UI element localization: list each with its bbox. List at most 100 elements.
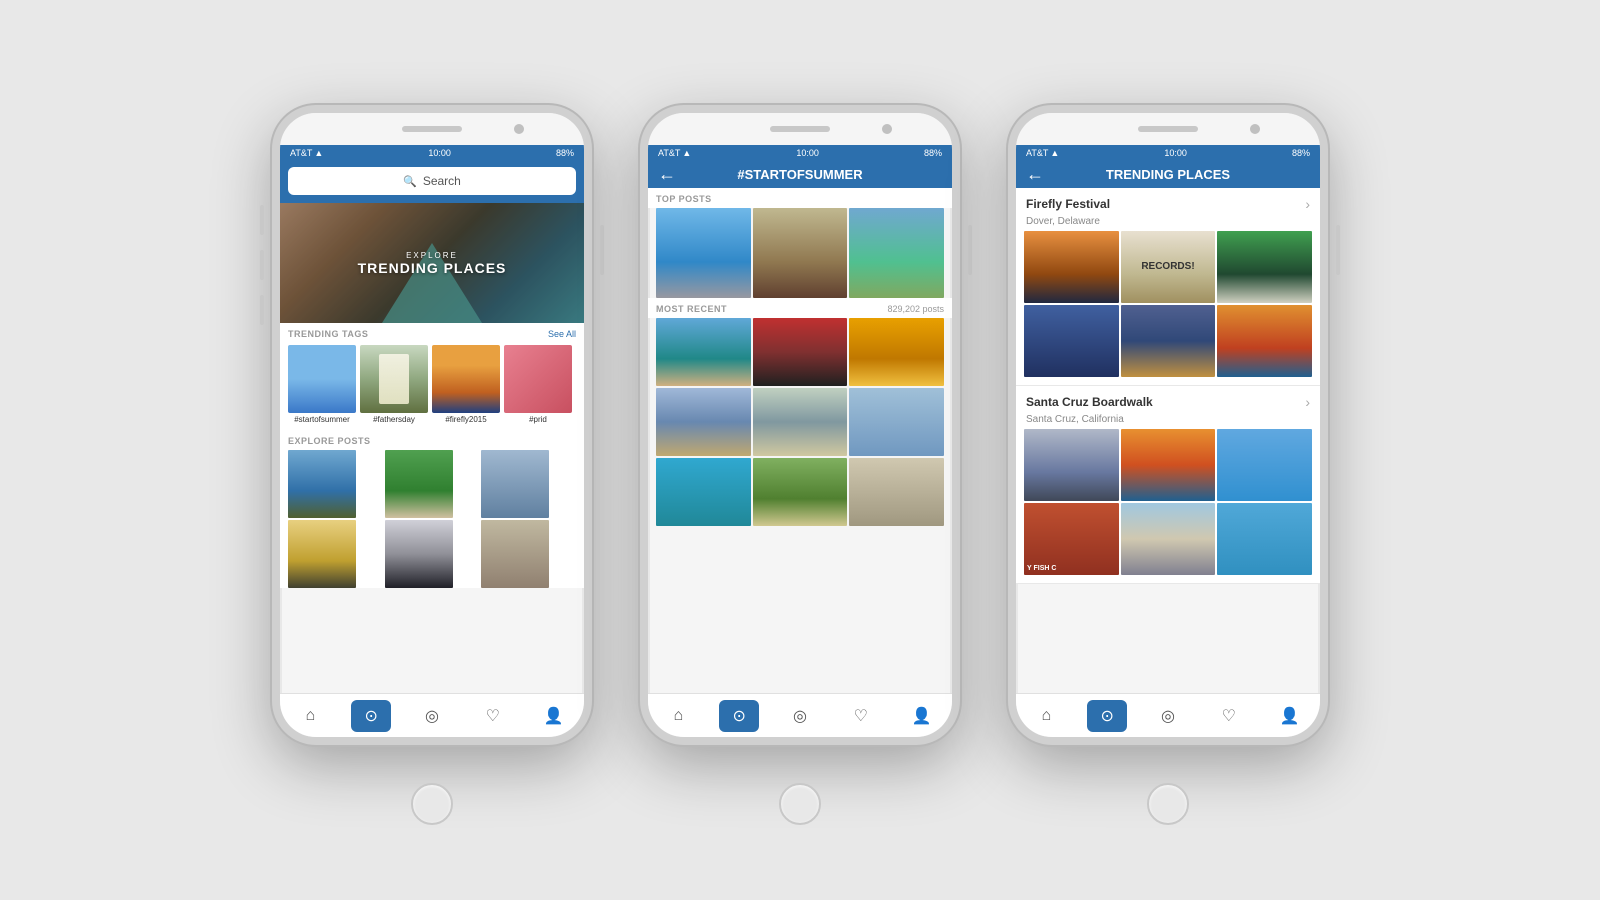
- camera-3: [1250, 124, 1260, 134]
- recent-5[interactable]: [849, 388, 944, 456]
- tags-row: #startofsummer #fathersday #firefly2015: [280, 343, 584, 430]
- nav-search-1[interactable]: ⊙: [351, 700, 391, 732]
- post-4[interactable]: [385, 520, 453, 588]
- nav-heart-3[interactable]: ♡: [1209, 700, 1249, 732]
- nav-camera-3[interactable]: ◎: [1148, 700, 1188, 732]
- back-button-3[interactable]: ←: [1026, 164, 1044, 185]
- place-location-1: Santa Cruz, California: [1016, 414, 1320, 429]
- top-post-0[interactable]: [656, 208, 751, 298]
- top-post-2[interactable]: [849, 208, 944, 298]
- firefly-photo-4[interactable]: [1121, 305, 1216, 377]
- bottom-nav-3: ⌂ ⊙ ◎ ♡ 👤: [1016, 693, 1320, 737]
- time-2: 10:00: [796, 148, 819, 158]
- phone-3: AT&T ▲ 10:00 88% ← TRENDING PLACES Firef…: [1008, 105, 1328, 745]
- post-3[interactable]: [288, 520, 356, 588]
- phone-3-notch: [1016, 113, 1320, 145]
- bottom-nav-2: ⌂ ⊙ ◎ ♡ 👤: [648, 693, 952, 737]
- nav-home-1[interactable]: ⌂: [290, 700, 330, 732]
- home-icon-3: ⌂: [1042, 707, 1052, 725]
- heart-icon-3: ♡: [1222, 706, 1236, 726]
- phone-2-wrapper: AT&T ▲ 10:00 88% ← #STARTOFSUMMER TOP PO…: [640, 105, 960, 795]
- nav-search-2[interactable]: ⊙: [719, 700, 759, 732]
- nav-person-3[interactable]: 👤: [1270, 700, 1310, 732]
- post-2[interactable]: [481, 450, 549, 518]
- place-santacruz[interactable]: Santa Cruz Boardwalk › Santa Cruz, Calif…: [1016, 386, 1320, 584]
- recent-4[interactable]: [753, 388, 848, 456]
- vol-down-1: [260, 250, 264, 280]
- tag-name-3: #prid: [529, 415, 547, 424]
- nav-home-3[interactable]: ⌂: [1026, 700, 1066, 732]
- nav-camera-2[interactable]: ◎: [780, 700, 820, 732]
- recent-6[interactable]: [656, 458, 751, 526]
- home-button-3[interactable]: [1147, 783, 1189, 825]
- phone-1-content: EXPLORE TRENDING PLACES TRENDING TAGS Se…: [280, 203, 584, 693]
- recent-2[interactable]: [849, 318, 944, 386]
- nav-heart-1[interactable]: ♡: [473, 700, 513, 732]
- tag-item-0[interactable]: #startofsummer: [288, 345, 356, 424]
- search-icon-nav-2: ⊙: [732, 706, 745, 726]
- nav-person-1[interactable]: 👤: [534, 700, 574, 732]
- tag-item-3[interactable]: #prid: [504, 345, 572, 424]
- firefly-photo-0[interactable]: [1024, 231, 1119, 303]
- silent-2: [628, 295, 632, 325]
- wifi-icon-3: ▲: [1050, 148, 1059, 158]
- vol-down-2: [628, 250, 632, 280]
- nav-person-2[interactable]: 👤: [902, 700, 942, 732]
- post-1[interactable]: [385, 450, 453, 518]
- most-recent-header: MOST RECENT 829,202 posts: [648, 298, 952, 318]
- camera-icon-1: ◎: [425, 706, 439, 726]
- boardwalk-photo-5[interactable]: [1217, 503, 1312, 575]
- nav-title-2: #STARTOFSUMMER: [737, 167, 862, 182]
- heart-icon-1: ♡: [486, 706, 500, 726]
- search-bar-1[interactable]: 🔍 Search: [280, 161, 584, 203]
- place-location-0: Dover, Delaware: [1016, 216, 1320, 231]
- firefly-photo-5[interactable]: [1217, 305, 1312, 377]
- camera-2: [882, 124, 892, 134]
- nav-search-3[interactable]: ⊙: [1087, 700, 1127, 732]
- recent-8[interactable]: [849, 458, 944, 526]
- battery-1: 88%: [556, 148, 574, 158]
- home-button-2[interactable]: [779, 783, 821, 825]
- tag-thumb-1: [360, 345, 428, 413]
- firefly-photo-1[interactable]: RECORDS!: [1121, 231, 1216, 303]
- nav-camera-1[interactable]: ◎: [412, 700, 452, 732]
- recent-0[interactable]: [656, 318, 751, 386]
- boardwalk-photo-1[interactable]: [1121, 429, 1216, 501]
- tag-name-1: #fathersday: [373, 415, 415, 424]
- boardwalk-photo-2[interactable]: [1217, 429, 1312, 501]
- trending-tags-label: TRENDING TAGS: [288, 329, 368, 339]
- explore-hero: EXPLORE TRENDING PLACES: [280, 203, 584, 323]
- person-icon-2: 👤: [912, 706, 932, 726]
- post-5[interactable]: [481, 520, 549, 588]
- top-posts-label: TOP POSTS: [656, 194, 712, 204]
- wifi-icon-1: ▲: [314, 148, 323, 158]
- place-firefly[interactable]: Firefly Festival › Dover, Delaware RECOR…: [1016, 188, 1320, 386]
- firefly-photos-grid: RECORDS!: [1016, 231, 1320, 385]
- top-post-1[interactable]: [753, 208, 848, 298]
- place-name-1: Santa Cruz Boardwalk: [1026, 395, 1153, 409]
- tag-item-1[interactable]: #fathersday: [360, 345, 428, 424]
- nav-home-2[interactable]: ⌂: [658, 700, 698, 732]
- recent-3[interactable]: [656, 388, 751, 456]
- power-button-1: [600, 225, 604, 275]
- recent-1[interactable]: [753, 318, 848, 386]
- boardwalk-photo-0[interactable]: [1024, 429, 1119, 501]
- time-1: 10:00: [428, 148, 451, 158]
- camera-icon-2: ◎: [793, 706, 807, 726]
- speaker: [402, 126, 462, 132]
- nav-bar-3: ← TRENDING PLACES: [1016, 161, 1320, 188]
- boardwalk-photo-4[interactable]: [1121, 503, 1216, 575]
- back-button-2[interactable]: ←: [658, 164, 676, 185]
- firefly-photo-3[interactable]: [1024, 305, 1119, 377]
- home-button-1[interactable]: [411, 783, 453, 825]
- chevron-icon-0: ›: [1305, 196, 1310, 212]
- recent-7[interactable]: [753, 458, 848, 526]
- boardwalk-photo-3[interactable]: Y FISH C: [1024, 503, 1119, 575]
- phone-1-wrapper: AT&T ▲ 10:00 88% 🔍 Search: [272, 105, 592, 795]
- post-0[interactable]: [288, 450, 356, 518]
- nav-heart-2[interactable]: ♡: [841, 700, 881, 732]
- person-icon-1: 👤: [544, 706, 564, 726]
- see-all-link[interactable]: See All: [548, 329, 576, 339]
- tag-item-2[interactable]: #firefly2015: [432, 345, 500, 424]
- firefly-photo-2[interactable]: [1217, 231, 1312, 303]
